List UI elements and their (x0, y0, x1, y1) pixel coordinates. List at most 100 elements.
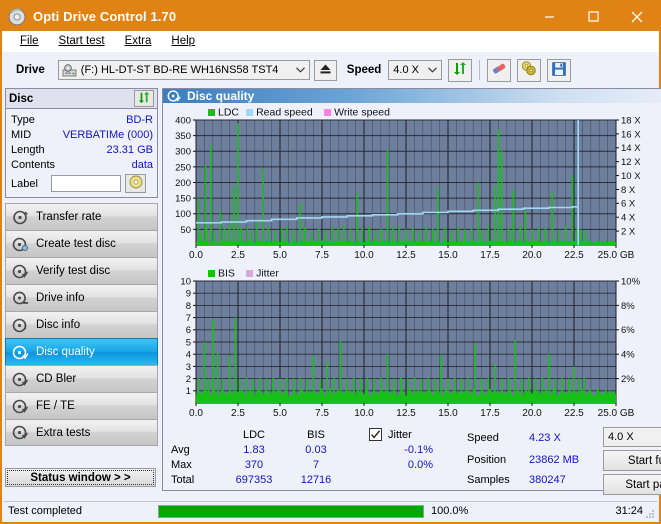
sidebar-item-disc-quality[interactable]: Disc quality (5, 338, 158, 365)
chart-ldc-speed: LDC Read speed Write speed 400 350 300 250 200 1… (163, 104, 661, 265)
disc-type-value: BD-R (126, 113, 153, 126)
svg-text:0.0: 0.0 (189, 250, 203, 261)
drive-info-icon (12, 290, 29, 307)
menu-extra-label: Extra (124, 34, 152, 47)
sidebar-item-extra-tests[interactable]: Extra tests (5, 419, 158, 446)
save-button[interactable] (547, 58, 572, 82)
svg-text:17.5: 17.5 (480, 408, 500, 419)
test-speed-value: 4.0 X (608, 431, 634, 443)
progress-bar-fill (159, 505, 423, 517)
disc-label-row: Label (11, 174, 153, 193)
svg-text:5.0: 5.0 (273, 250, 287, 261)
svg-text:3: 3 (186, 362, 191, 373)
svg-text:8%: 8% (621, 301, 635, 312)
svg-text:6: 6 (186, 325, 191, 336)
start-part-button[interactable]: Start part (603, 474, 661, 495)
window-title: Opti Drive Control 1.70 (33, 9, 177, 24)
menu-bar: File Start test Extra Help (2, 31, 659, 52)
svg-text:15.0: 15.0 (438, 250, 458, 261)
svg-text:25.0 GB: 25.0 GB (598, 250, 635, 261)
sidebar-item-label: Drive info (36, 292, 85, 304)
progress-bar (158, 504, 424, 518)
drive-toolbar: Drive (F:) HL-DT-ST BD-RE WH16NS58 TST4 (2, 52, 659, 88)
charts-area: LDC Read speed Write speed 400 350 300 250 200 1… (163, 103, 661, 423)
svg-text:50: 50 (180, 225, 191, 236)
svg-text:25.0 GB: 25.0 GB (598, 408, 635, 419)
sidebar-item-create-test-disc[interactable]: Create test disc (5, 230, 158, 257)
status-message: Test completed (8, 505, 82, 517)
stats-col-bis: BIS (307, 428, 325, 441)
svg-text:2%: 2% (621, 374, 635, 385)
disc-row-contents: Contents data (11, 157, 153, 172)
application-window: Opti Drive Control 1.70 File Start test … (0, 0, 661, 524)
test-speed-select[interactable]: 4.0 X (603, 427, 661, 447)
svg-text:BIS: BIS (218, 268, 235, 280)
resize-grip-icon[interactable] (645, 508, 655, 518)
svg-text:8: 8 (186, 301, 191, 312)
stats-ldc-avg: 1.83 (243, 443, 265, 456)
refresh-button[interactable] (448, 58, 473, 82)
start-full-button[interactable]: Start full (603, 450, 661, 471)
sidebar-item-fe-te[interactable]: FE / TE (5, 392, 158, 419)
svg-text:18 X: 18 X (621, 115, 641, 126)
disc-panel-title: Disc (9, 92, 34, 105)
disc-row-mid: MID VERBATIMe (000) (11, 127, 153, 142)
svg-text:2 X: 2 X (621, 227, 636, 238)
disc-verify-icon (12, 263, 29, 280)
toolbar-separator (479, 60, 481, 80)
minimize-icon[interactable] (527, 2, 571, 31)
run-stats-labels: Speed Position Samples (467, 427, 529, 495)
menu-start-test[interactable]: Start test (49, 31, 115, 52)
erase-button[interactable] (487, 58, 512, 82)
stats-total-row: Total 697353 12716 (171, 472, 463, 487)
svg-text:10%: 10% (621, 276, 641, 287)
sidebar-nav: Transfer rate Create test disc Verify te… (5, 203, 158, 446)
stats-row-avg: Avg (171, 443, 190, 456)
stats-col-ldc: LDC (242, 428, 265, 441)
menu-file[interactable]: File (10, 31, 49, 52)
svg-text:400: 400 (175, 115, 191, 126)
main-content: Disc Type BD-R MID VERBATIMe (000) Lengt… (2, 88, 661, 495)
speed-select[interactable]: 4.0 X (388, 60, 443, 80)
sidebar-item-disc-info[interactable]: Disc info (5, 311, 158, 338)
sidebar-item-drive-info[interactable]: Drive info (5, 284, 158, 311)
maximize-icon[interactable] (571, 2, 615, 31)
svg-text:12.5: 12.5 (396, 250, 416, 261)
menu-help[interactable]: Help (161, 31, 205, 52)
app-disc-icon (8, 8, 26, 26)
eject-button[interactable] (313, 59, 337, 81)
disc-label-input[interactable] (51, 175, 121, 192)
svg-text:4: 4 (186, 350, 191, 361)
speed-row-label: Speed (467, 431, 499, 444)
drive-select[interactable]: (F:) HL-DT-ST BD-RE WH16NS58 TST4 (57, 60, 310, 80)
menu-start-test-label: Start test (58, 34, 105, 47)
close-icon[interactable] (615, 2, 659, 31)
svg-text:14 X: 14 X (621, 143, 641, 154)
sidebar-item-cd-bler[interactable]: CD Bler (5, 365, 158, 392)
svg-text:Jitter: Jitter (256, 268, 279, 280)
chart-bis-jitter-svg: BIS Jitter 10 98765 4321 10% 8% 6% 4% 2% 0.0 2.5 5.0… (180, 268, 641, 420)
drive-label: Drive (16, 64, 45, 76)
jitter-checkbox[interactable] (369, 428, 382, 441)
disc-row-type: Type BD-R (11, 112, 153, 127)
stats-max-row: Max 370 7 0.0% (171, 457, 463, 472)
menu-extra[interactable]: Extra (115, 31, 162, 52)
sidebar-item-transfer-rate[interactable]: Transfer rate (5, 203, 158, 230)
svg-text:8 X: 8 X (621, 185, 636, 196)
disc-write-icon (12, 236, 29, 253)
status-window-button[interactable]: Status window > > (5, 468, 156, 487)
disc-tools-button[interactable] (517, 58, 542, 82)
disc-label-caption: Label (11, 177, 38, 190)
svg-text:7.5: 7.5 (315, 250, 329, 261)
svg-text:2.5: 2.5 (231, 250, 245, 261)
svg-text:10 X: 10 X (621, 171, 641, 182)
stats-header-row: LDC BIS Jitter (171, 427, 463, 442)
svg-text:10.0: 10.0 (354, 250, 374, 261)
disc-refresh-button[interactable] (134, 90, 154, 107)
disc-tools-icon (521, 61, 537, 79)
svg-text:150: 150 (175, 194, 191, 205)
svg-text:250: 250 (175, 162, 191, 173)
disc-label-button[interactable] (125, 174, 146, 193)
sidebar-item-verify-test-disc[interactable]: Verify test disc (5, 257, 158, 284)
svg-text:100: 100 (175, 209, 191, 220)
